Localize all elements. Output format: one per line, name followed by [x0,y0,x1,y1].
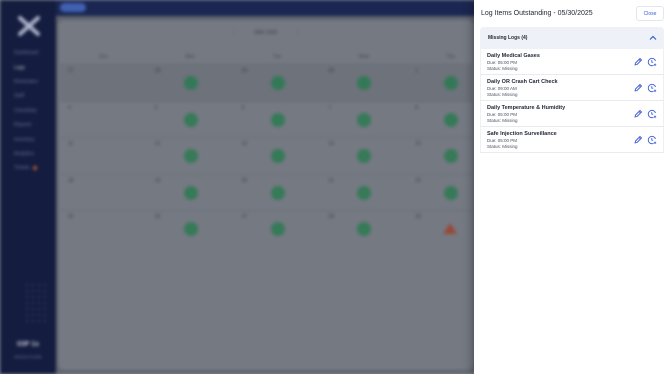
missing-logs-header[interactable]: Missing Logs (4) [480,27,664,49]
log-due-time: Due: 05:00 PM [487,60,518,65]
log-item: Daily OR Crash Cart Check Due: 09:00 AM St… [480,75,664,101]
missing-logs-list: Daily Medical Gases Due: 05:00 PM Status: … [480,49,664,153]
missing-logs-title: Missing Logs (4) [488,35,528,41]
log-status: Status: Missing [487,144,518,149]
log-item: Daily Temperature & Humidity Due: 05:00 P… [480,101,664,127]
edit-pencil-icon[interactable] [633,135,643,145]
log-name: Safe Injection Surveillance [487,131,557,137]
add-log-clock-icon[interactable] [647,109,657,119]
log-name: Daily Temperature & Humidity [487,105,566,111]
log-due-time: Due: 05:00 PM [487,112,518,117]
log-status: Status: Missing [487,66,518,71]
log-name: Daily OR Crash Cart Check [487,79,558,85]
log-due-time: Due: 09:00 AM [487,86,517,91]
log-items-drawer: Log Items Outstanding - 05/30/2025 Close… [474,0,670,374]
edit-pencil-icon[interactable] [633,109,643,119]
log-name: Daily Medical Gases [487,53,540,59]
close-button[interactable]: Close [636,6,664,21]
add-log-clock-icon[interactable] [647,135,657,145]
chevron-up-icon[interactable] [648,33,658,43]
log-status: Status: Missing [487,118,518,123]
edit-pencil-icon[interactable] [633,57,643,67]
log-status: Status: Missing [487,92,518,97]
missing-logs-section: Missing Logs (4) Daily Medical Gases Due:… [480,27,664,154]
log-item: Daily Medical Gases Due: 05:00 PM Status: … [480,49,664,75]
log-item: Safe Injection Surveillance Due: 05:00 PM… [480,127,664,153]
add-log-clock-icon[interactable] [647,57,657,67]
log-due-time: Due: 05:00 PM [487,138,518,143]
drawer-header: Log Items Outstanding - 05/30/2025 Close [474,0,670,28]
drawer-title: Log Items Outstanding - 05/30/2025 [481,10,593,17]
add-log-clock-icon[interactable] [647,83,657,93]
edit-pencil-icon[interactable] [633,83,643,93]
